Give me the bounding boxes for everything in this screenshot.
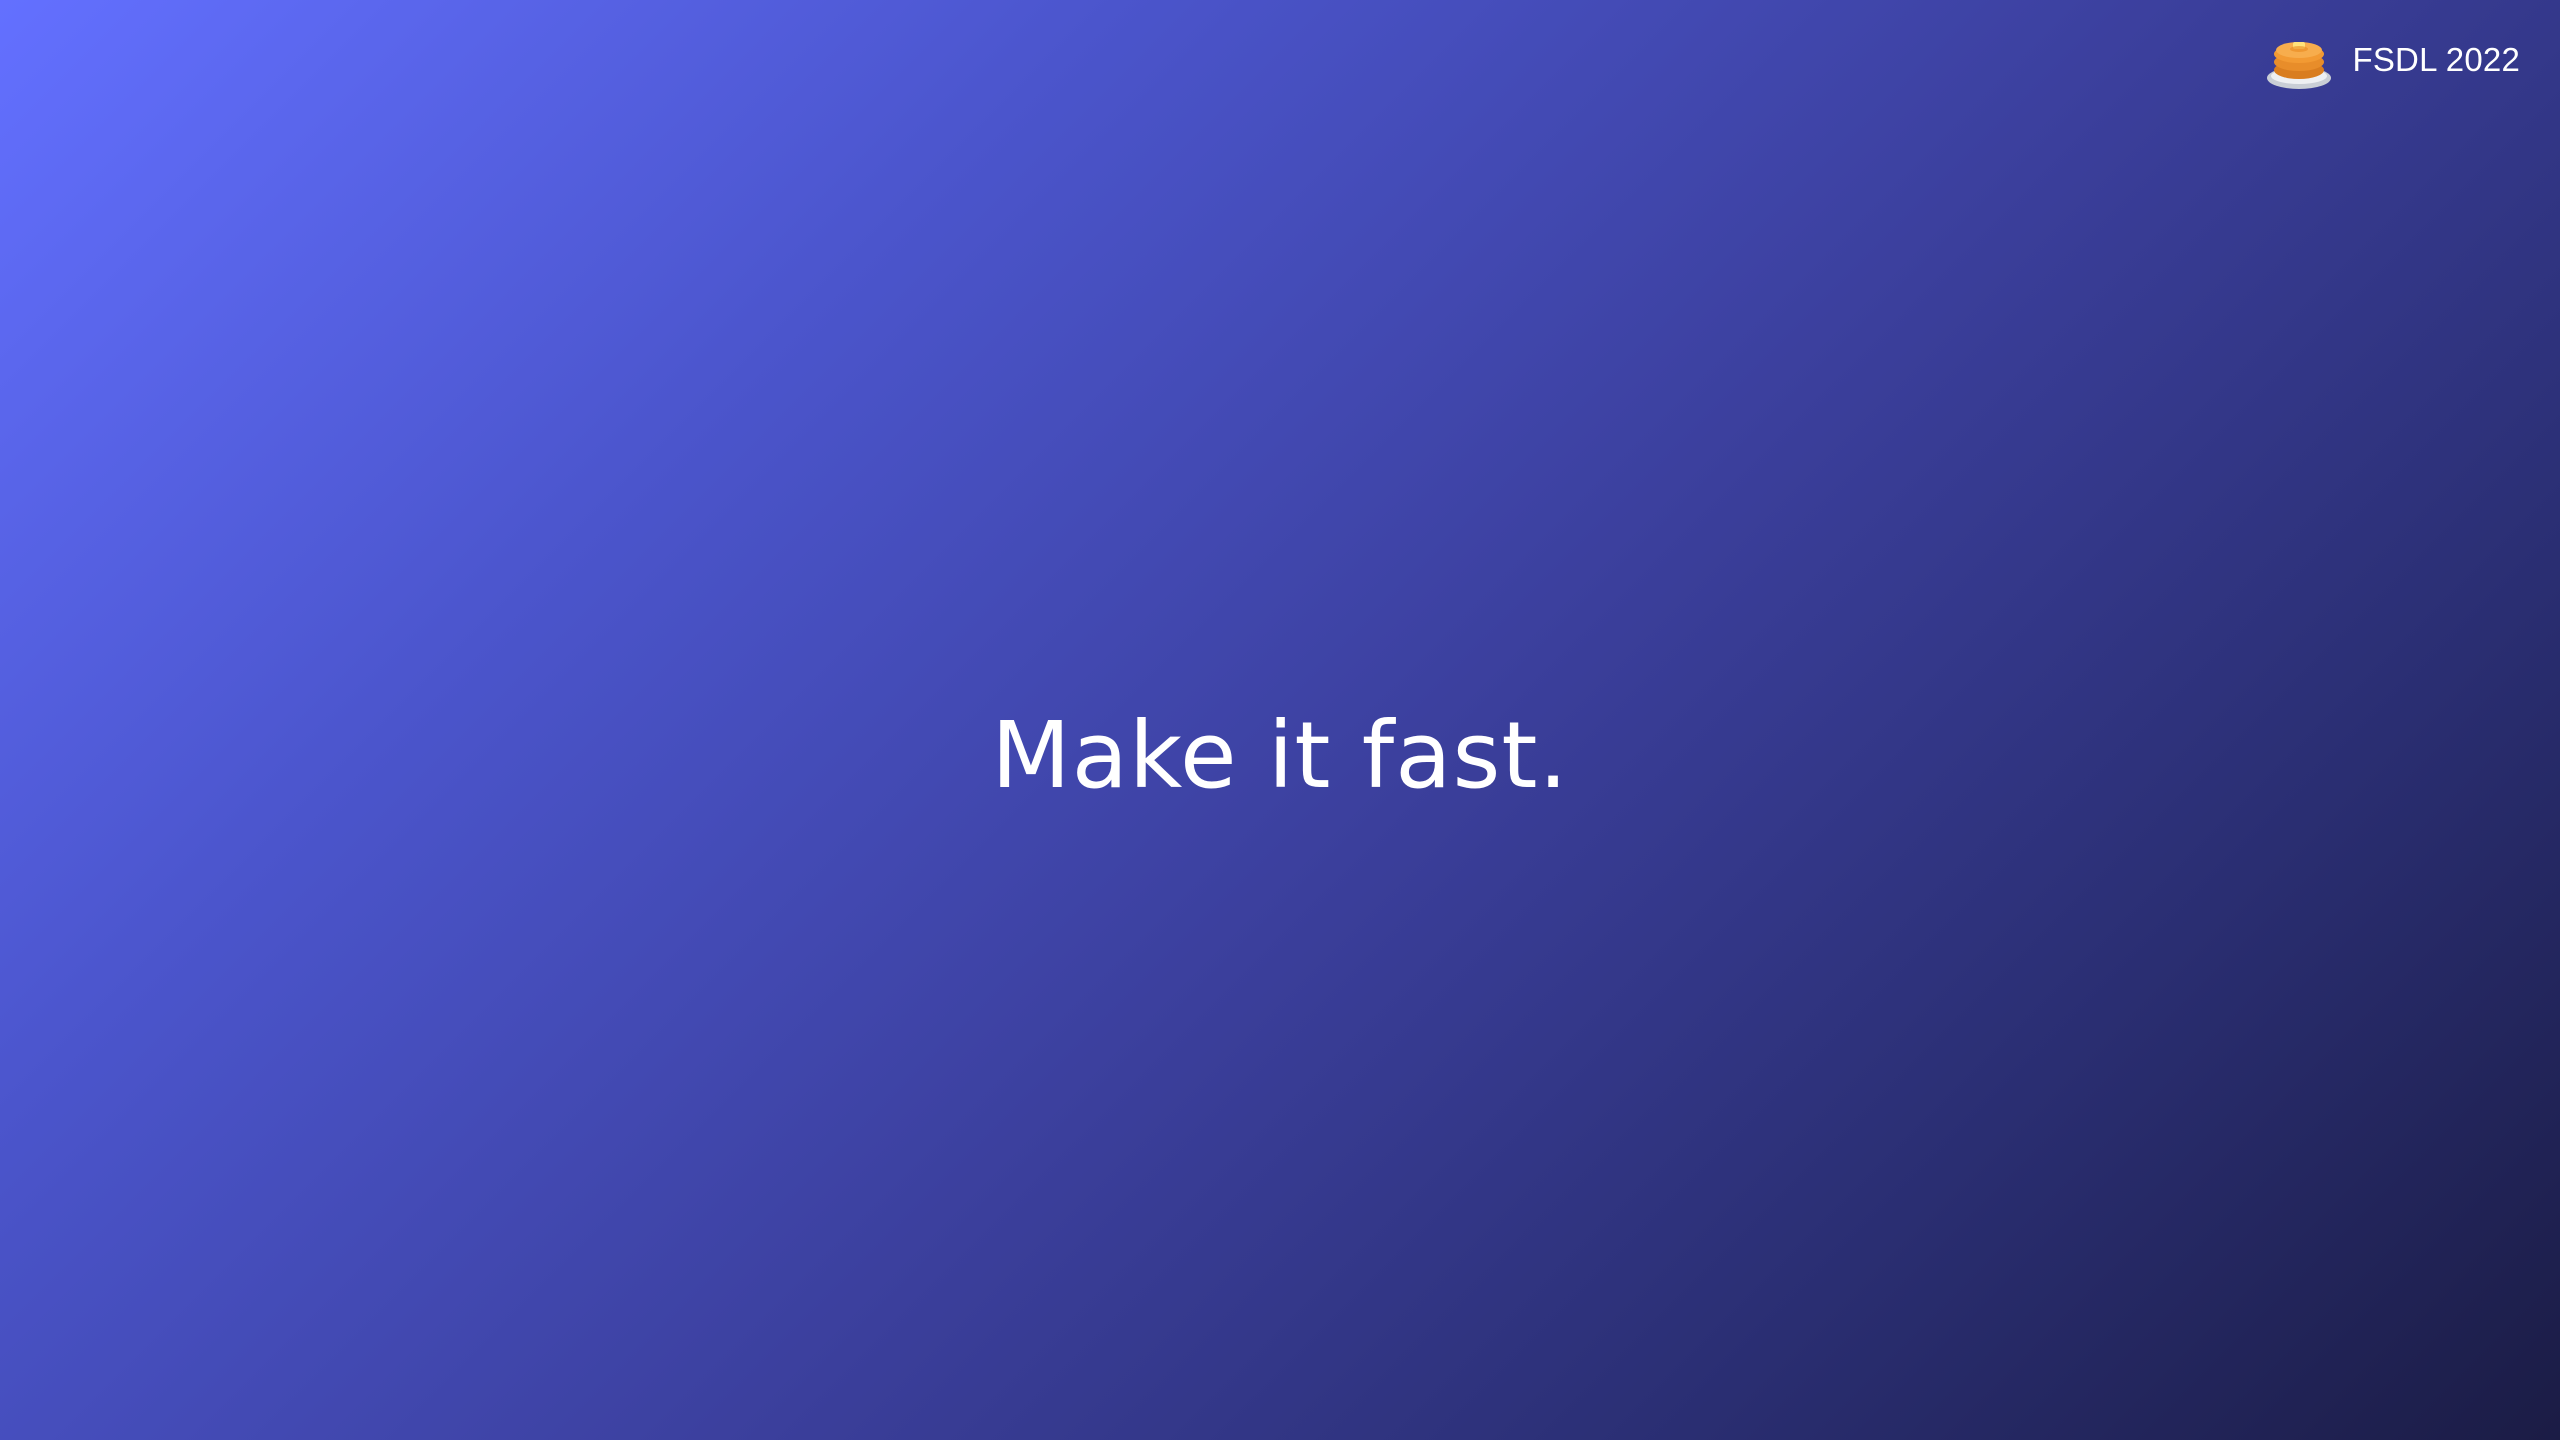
slide: FSDL 2022 Make it fast. <box>0 0 2560 1440</box>
slide-title: Make it fast. <box>991 702 1569 809</box>
brand: FSDL 2022 <box>2264 28 2520 92</box>
brand-text: FSDL 2022 <box>2352 41 2520 78</box>
pancake-icon <box>2267 42 2332 89</box>
